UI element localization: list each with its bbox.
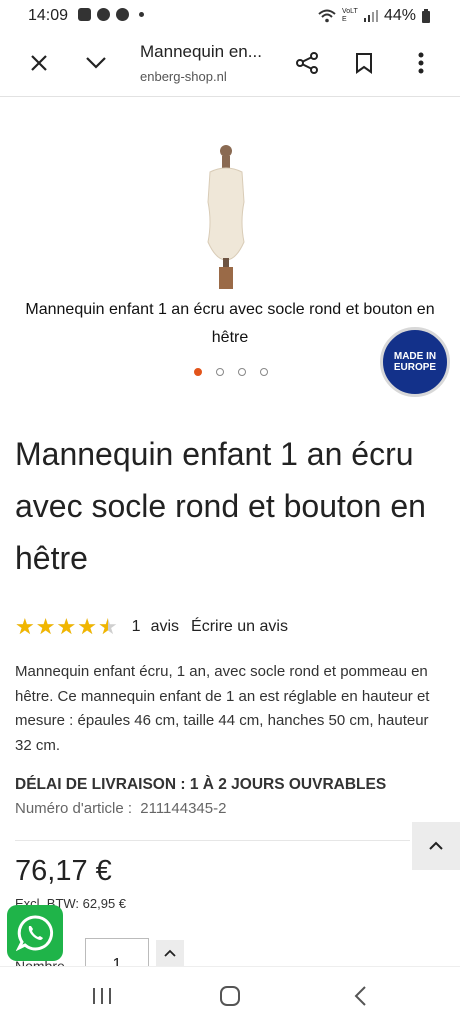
home-button[interactable] <box>210 981 250 1011</box>
gallery-icon <box>78 8 91 21</box>
back-icon <box>354 986 366 1006</box>
system-nav-bar <box>0 966 460 1025</box>
star-icon: ★★ <box>35 614 56 639</box>
quantity-increase-button[interactable] <box>156 940 184 966</box>
badge-line-2: EUROPE <box>393 362 437 373</box>
delivery-time: DÉLAI DE LIVRAISON : 1 À 2 JOURS OUVRABL… <box>15 776 387 793</box>
star-fill: ★ <box>77 614 97 639</box>
more-button[interactable] <box>404 46 438 80</box>
battery-percent: 44% <box>383 7 416 24</box>
product-description: Mannequin enfant écru, 1 an, avec socle … <box>15 663 430 754</box>
status-time: 14:09 <box>28 7 69 24</box>
star-icon: ★★ <box>15 614 35 639</box>
article-label: Numéro d'article : <box>15 800 133 817</box>
made-in-europe-badge: MADE IN EUROPE <box>380 327 450 397</box>
recent-apps-icon <box>93 988 111 1004</box>
signal-icon <box>363 10 378 22</box>
collapse-button[interactable] <box>79 46 113 80</box>
volte-label: VoLTE <box>341 8 358 23</box>
whatsapp-icon <box>16 915 54 952</box>
product-image[interactable] <box>196 142 256 290</box>
chevron-down-icon <box>86 57 106 69</box>
status-bar: 14:09 VoLTE 44% <box>0 0 460 32</box>
share-icon <box>296 52 318 74</box>
price: 76,17 € <box>15 855 112 887</box>
more-vertical-icon <box>418 52 424 74</box>
battery-icon <box>422 9 430 23</box>
home-icon <box>220 986 240 1006</box>
carousel-dot-2[interactable] <box>216 368 224 376</box>
status-right: VoLTE 44% <box>318 7 430 25</box>
close-icon <box>31 55 47 71</box>
dot-icon <box>139 12 144 17</box>
article-value: 211144345-2 <box>140 800 227 817</box>
star-fill: ★ <box>98 614 108 640</box>
carousel-dot-3[interactable] <box>238 368 246 376</box>
divider <box>15 840 410 841</box>
image-caption: Mannequin enfant 1 an écru avec socle ro… <box>25 301 435 346</box>
badge-line-1: MADE IN <box>393 351 437 362</box>
chevron-up-icon <box>164 949 176 957</box>
carousel-dot-1[interactable] <box>194 368 202 376</box>
review-label[interactable]: avis <box>151 618 179 636</box>
star-fill: ★ <box>35 614 56 639</box>
recent-apps-button[interactable] <box>82 981 122 1011</box>
close-button[interactable] <box>22 46 56 80</box>
page-title: Mannequin en... <box>140 42 262 61</box>
star-fill: ★ <box>56 614 77 639</box>
whatsapp-button[interactable] <box>7 905 63 961</box>
chevron-up-icon <box>429 841 443 850</box>
share-button[interactable] <box>290 46 324 80</box>
snapchat-icon <box>97 8 110 21</box>
star-icon: ★★ <box>97 614 118 640</box>
rating-row: ★★★★★★★★★★ 1 avis Écrire un avis <box>15 614 288 640</box>
mannequin-illustration <box>207 145 245 289</box>
article-number: Numéro d'article : 211144345-2 <box>15 800 226 817</box>
scroll-to-top-button[interactable] <box>412 822 460 870</box>
write-review-link[interactable]: Écrire un avis <box>191 618 288 636</box>
carousel-dots <box>194 368 268 376</box>
star-rating: ★★★★★★★★★★ <box>15 614 118 640</box>
star-icon: ★★ <box>56 614 77 639</box>
bookmark-button[interactable] <box>347 46 381 80</box>
carousel-dot-4[interactable] <box>260 368 268 376</box>
star-fill: ★ <box>15 614 35 639</box>
star-icon: ★★ <box>77 614 97 639</box>
page-domain: ​enberg-shop.nl <box>140 69 227 84</box>
wifi-icon <box>318 9 336 23</box>
review-count: 1 <box>131 618 141 635</box>
back-button[interactable] <box>340 981 380 1011</box>
browser-toolbar: Mannequin en... ​enberg-shop.nl <box>0 32 460 97</box>
product-title: Mannequin enfant 1 an écru avec socle ro… <box>15 436 426 576</box>
chrome-icon <box>116 8 129 21</box>
bookmark-icon <box>356 53 372 74</box>
notification-icons <box>78 8 144 21</box>
